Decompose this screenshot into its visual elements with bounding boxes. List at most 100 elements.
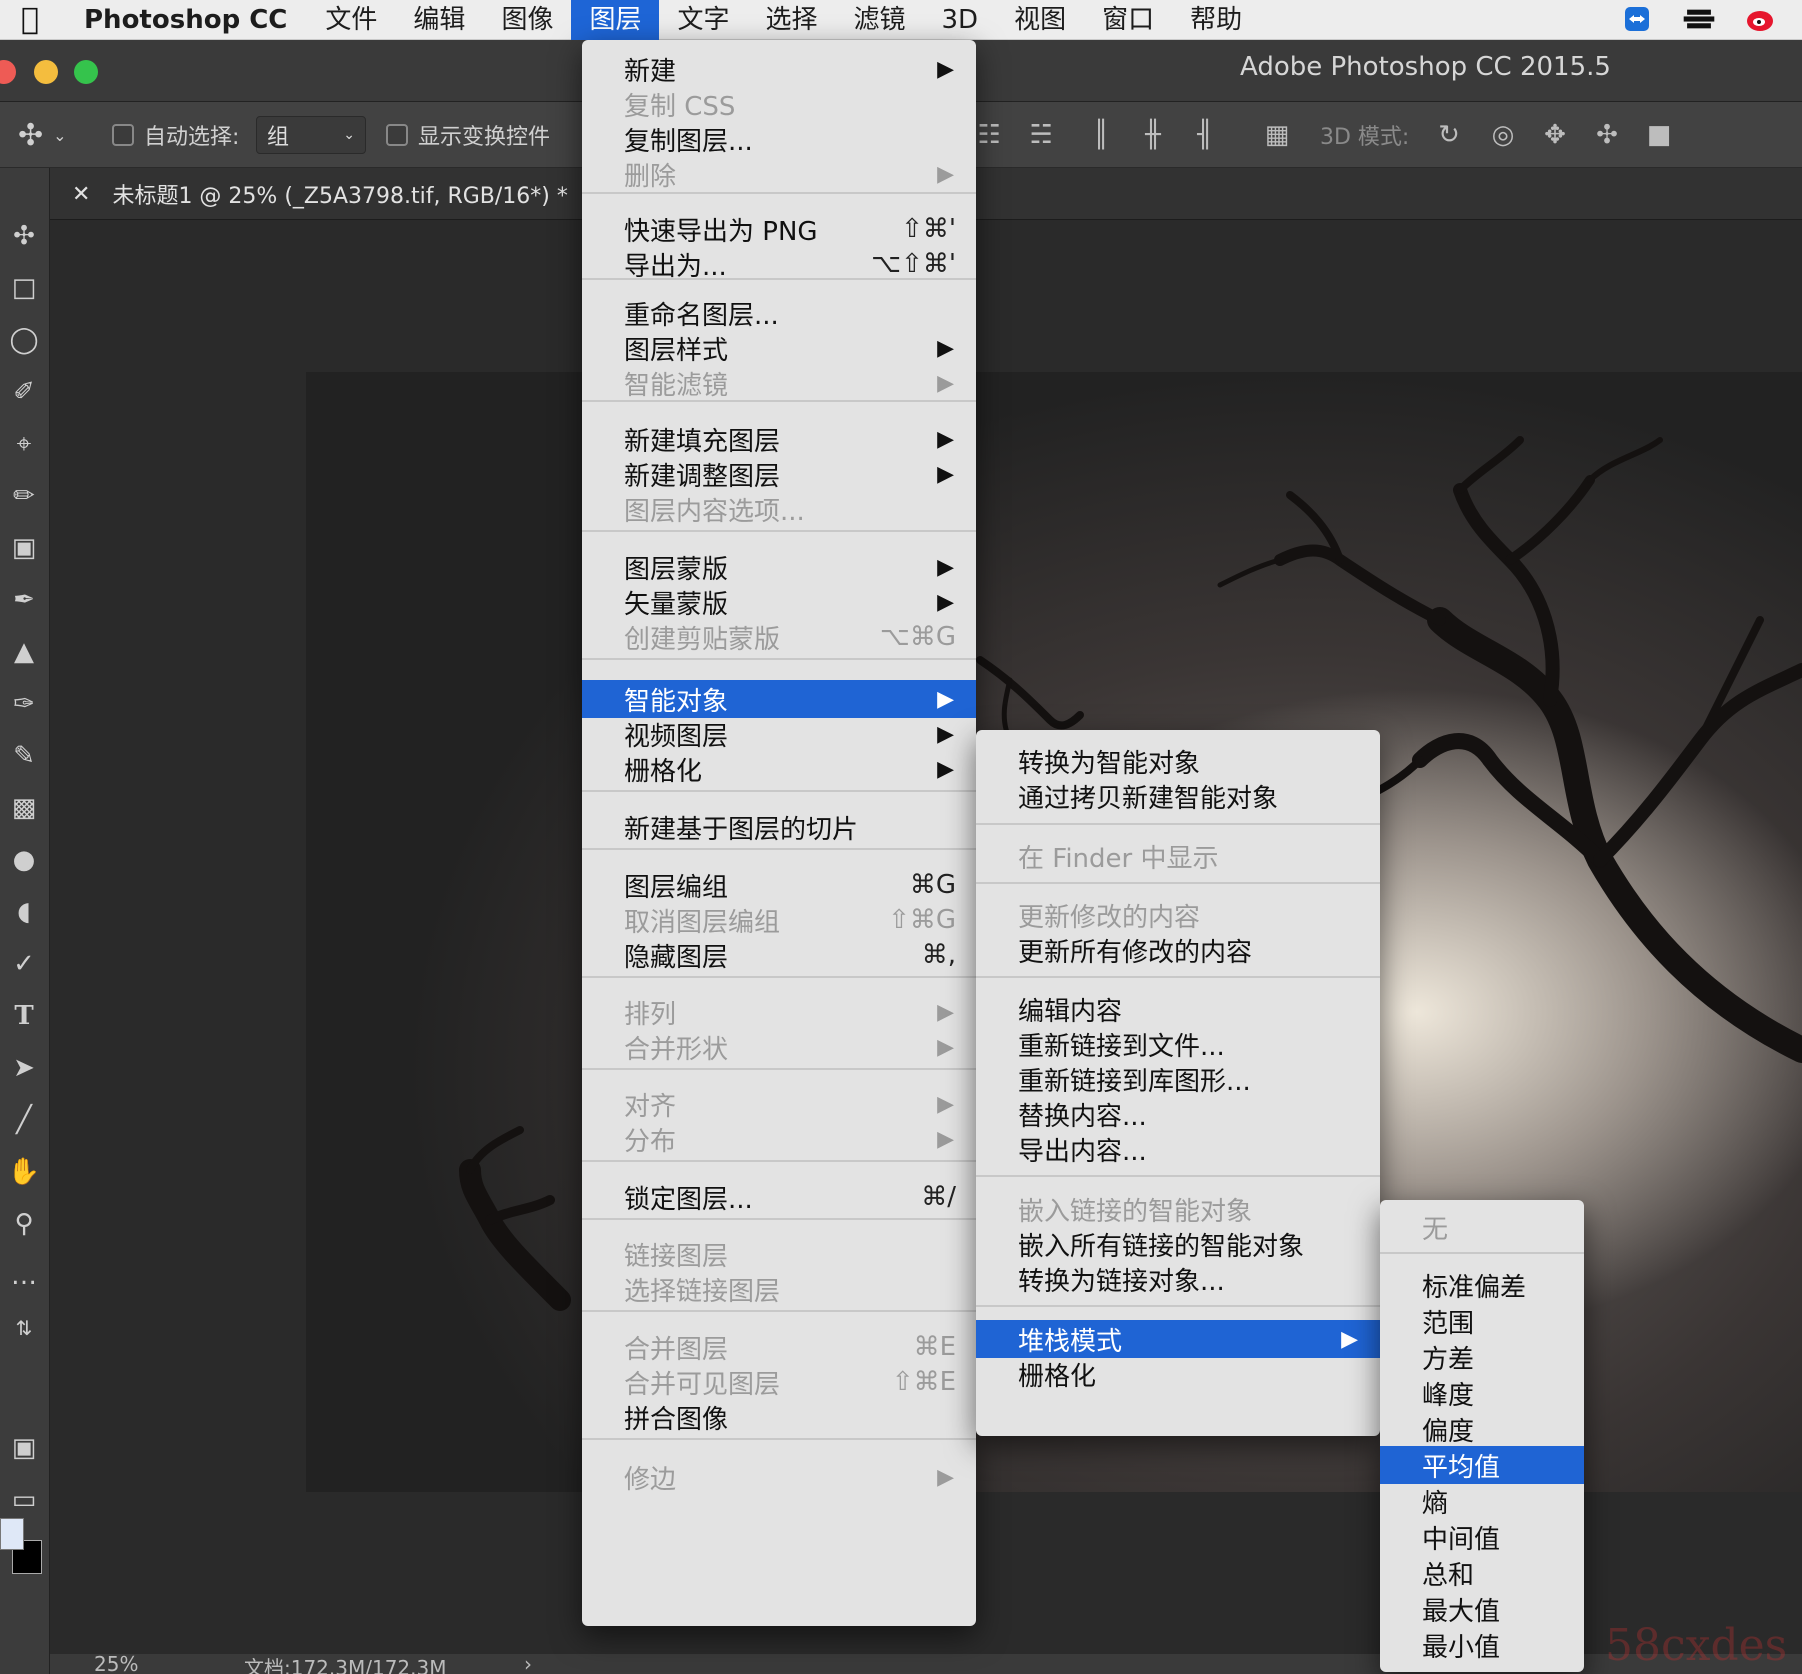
quick-mask-icon[interactable]: ▣ bbox=[4, 1428, 44, 1468]
distribute-left-icon[interactable]: ║ bbox=[1086, 120, 1116, 150]
foreground-color-swatch[interactable] bbox=[0, 1518, 24, 1550]
menu-view[interactable]: 视图 bbox=[996, 0, 1084, 40]
layer-menu-item[interactable]: 图层蒙版 ▶ bbox=[582, 548, 976, 586]
path-select-tool-icon[interactable]: ➤ bbox=[4, 1048, 44, 1088]
auto-align-icon[interactable]: ▦ bbox=[1262, 120, 1292, 150]
hand-tool-icon[interactable]: ✋ bbox=[4, 1152, 44, 1192]
scale-3d-icon[interactable]: ■ bbox=[1644, 120, 1674, 150]
show-transform-checkbox[interactable] bbox=[386, 124, 408, 146]
close-window-button[interactable] bbox=[0, 60, 16, 84]
slide-3d-icon[interactable]: ✣ bbox=[1592, 120, 1622, 150]
menu-help[interactable]: 帮助 bbox=[1172, 0, 1260, 40]
stamp-tool-icon[interactable]: ▲ bbox=[4, 632, 44, 672]
smart-object-menu-item[interactable]: 通过拷贝新建智能对象 bbox=[976, 777, 1380, 815]
brush-tool-icon[interactable]: ✒ bbox=[4, 580, 44, 620]
align-vertical-center-icon[interactable]: ☷ bbox=[974, 120, 1004, 150]
smart-object-menu-item[interactable]: 重新链接到库图形... bbox=[976, 1060, 1380, 1098]
auto-select-checkbox[interactable] bbox=[112, 124, 134, 146]
layer-menu-item[interactable]: 新建填充图层 ▶ bbox=[582, 420, 976, 458]
layer-menu-item[interactable]: 新建基于图层的切片 bbox=[582, 808, 976, 846]
distribute-center-icon[interactable]: ╫ bbox=[1138, 120, 1168, 150]
weibo-icon[interactable] bbox=[1744, 4, 1778, 34]
smart-object-menu-item[interactable]: 替换内容... bbox=[976, 1095, 1380, 1133]
stack-mode-menu-item[interactable]: 熵 bbox=[1380, 1482, 1584, 1520]
menu-window[interactable]: 窗口 bbox=[1084, 0, 1172, 40]
menu-image[interactable]: 图像 bbox=[483, 0, 571, 40]
smart-object-menu-item[interactable]: 更新所有修改的内容 bbox=[976, 931, 1380, 969]
layer-menu-item[interactable]: 快速导出为 PNG ⇧⌘' bbox=[582, 210, 976, 248]
menu-file[interactable]: 文件 bbox=[307, 0, 395, 40]
layer-menu-item[interactable]: 复制图层... bbox=[582, 120, 976, 158]
layer-menu-item[interactable]: 图层样式 ▶ bbox=[582, 329, 976, 367]
line-tool-icon[interactable]: ╱ bbox=[4, 1100, 44, 1140]
stack-mode-menu-item[interactable]: 标准偏差 bbox=[1380, 1266, 1584, 1304]
layer-menu-item[interactable]: 新建调整图层 ▶ bbox=[582, 455, 976, 493]
zoom-tool-icon[interactable]: ⚲ bbox=[4, 1204, 44, 1244]
smart-object-menu-item[interactable]: 编辑内容 bbox=[976, 990, 1380, 1028]
quick-select-tool-icon[interactable]: ✐ bbox=[4, 372, 44, 412]
layer-menu-item[interactable]: 栅格化 ▶ bbox=[582, 750, 976, 788]
dodge-tool-icon[interactable]: ◖ bbox=[4, 892, 44, 932]
lasso-tool-icon[interactable]: ◯ bbox=[4, 320, 44, 360]
minimize-window-button[interactable] bbox=[34, 60, 58, 84]
menu-select[interactable]: 选择 bbox=[747, 0, 835, 40]
smart-object-menu-item[interactable]: 堆栈模式 ▶ bbox=[976, 1320, 1380, 1358]
menu-edit[interactable]: 编辑 bbox=[395, 0, 483, 40]
chevron-right-icon[interactable]: › bbox=[524, 1652, 532, 1674]
layer-menu-item[interactable]: 图层编组 ⌘G bbox=[582, 866, 976, 904]
menu-type[interactable]: 文字 bbox=[659, 0, 747, 40]
menu-3d[interactable]: 3D bbox=[924, 0, 997, 40]
document-tab[interactable]: ✕ 未标题1 @ 25% (_Z5A3798.tif, RGB/16*) * bbox=[72, 168, 568, 220]
smart-object-menu-item[interactable]: 栅格化 bbox=[976, 1355, 1380, 1393]
doc-size-info[interactable]: 文档:172.3M/172.3M bbox=[244, 1652, 447, 1674]
layer-menu-item[interactable]: 重命名图层... bbox=[582, 294, 976, 332]
stack-mode-menu-item[interactable]: 最大值 bbox=[1380, 1590, 1584, 1628]
zoom-window-button[interactable] bbox=[74, 60, 98, 84]
pen-tool-icon[interactable]: ✓ bbox=[4, 944, 44, 984]
eraser-tool-icon[interactable]: ✎ bbox=[4, 736, 44, 776]
auto-select-option[interactable]: 自动选择: bbox=[112, 102, 239, 168]
display-menu-icon[interactable] bbox=[1682, 4, 1716, 34]
eyedropper-tool-icon[interactable]: ✏ bbox=[4, 476, 44, 516]
marquee-tool-icon[interactable]: □ bbox=[4, 268, 44, 308]
stack-mode-menu-item[interactable]: 总和 bbox=[1380, 1554, 1584, 1592]
stack-mode-menu-item[interactable]: 中间值 bbox=[1380, 1518, 1584, 1556]
gradient-tool-icon[interactable]: ▩ bbox=[4, 788, 44, 828]
layer-menu-item[interactable]: 新建 ▶ bbox=[582, 50, 976, 88]
stack-mode-menu-item[interactable]: 平均值 bbox=[1380, 1446, 1584, 1484]
menu-filter[interactable]: 滤镜 bbox=[836, 0, 924, 40]
smart-object-menu-item[interactable]: 重新链接到文件... bbox=[976, 1025, 1380, 1063]
more-tools-icon[interactable]: … bbox=[4, 1256, 44, 1296]
stack-mode-menu-item[interactable]: 偏度 bbox=[1380, 1410, 1584, 1448]
auto-select-target-dropdown[interactable]: 组 ⌄ bbox=[256, 116, 366, 154]
smart-object-menu-item[interactable]: 转换为智能对象 bbox=[976, 742, 1380, 780]
screen-mode-icon[interactable]: ▭ bbox=[4, 1480, 44, 1520]
stack-mode-menu-item[interactable]: 最小值 bbox=[1380, 1626, 1584, 1664]
smart-object-menu-item[interactable]: 转换为链接对象... bbox=[976, 1260, 1380, 1298]
distribute-right-icon[interactable]: ╢ bbox=[1190, 120, 1220, 150]
show-transform-option[interactable]: 显示变换控件 bbox=[386, 102, 550, 168]
teamviewer-icon[interactable] bbox=[1620, 4, 1654, 34]
move-tool-icon[interactable]: ✣ bbox=[4, 216, 44, 256]
layer-menu-item[interactable]: 隐藏图层 ⌘, bbox=[582, 936, 976, 974]
history-brush-tool-icon[interactable]: ✑ bbox=[4, 684, 44, 724]
blur-tool-icon[interactable]: ● bbox=[4, 840, 44, 880]
crop-tool-icon[interactable]: ⌖ bbox=[4, 424, 44, 464]
move-tool-preset[interactable]: ✣ ⌄ bbox=[18, 102, 67, 168]
patch-tool-icon[interactable]: ▣ bbox=[4, 528, 44, 568]
layer-menu-item[interactable]: 拼合图像 bbox=[582, 1398, 976, 1436]
smart-object-menu-item[interactable]: 嵌入所有链接的智能对象 bbox=[976, 1225, 1380, 1263]
zoom-level[interactable]: 25% bbox=[94, 1652, 138, 1674]
stack-mode-menu-item[interactable]: 峰度 bbox=[1380, 1374, 1584, 1412]
rotate-3d-icon[interactable]: ↻ bbox=[1434, 120, 1464, 150]
close-icon[interactable]: ✕ bbox=[72, 182, 90, 207]
swap-colors-icon[interactable]: ⇅ bbox=[4, 1308, 44, 1348]
apple-icon[interactable]:  bbox=[0, 0, 60, 40]
stack-mode-menu-item[interactable]: 范围 bbox=[1380, 1302, 1584, 1340]
layer-menu-item[interactable]: 智能对象 ▶ bbox=[582, 680, 976, 718]
roll-3d-icon[interactable]: ◎ bbox=[1488, 120, 1518, 150]
align-bottom-icon[interactable]: ☵ bbox=[1026, 120, 1056, 150]
layer-menu-item[interactable]: 矢量蒙版 ▶ bbox=[582, 583, 976, 621]
layer-menu-item[interactable]: 视频图层 ▶ bbox=[582, 715, 976, 753]
type-tool-icon[interactable]: T bbox=[4, 996, 44, 1036]
